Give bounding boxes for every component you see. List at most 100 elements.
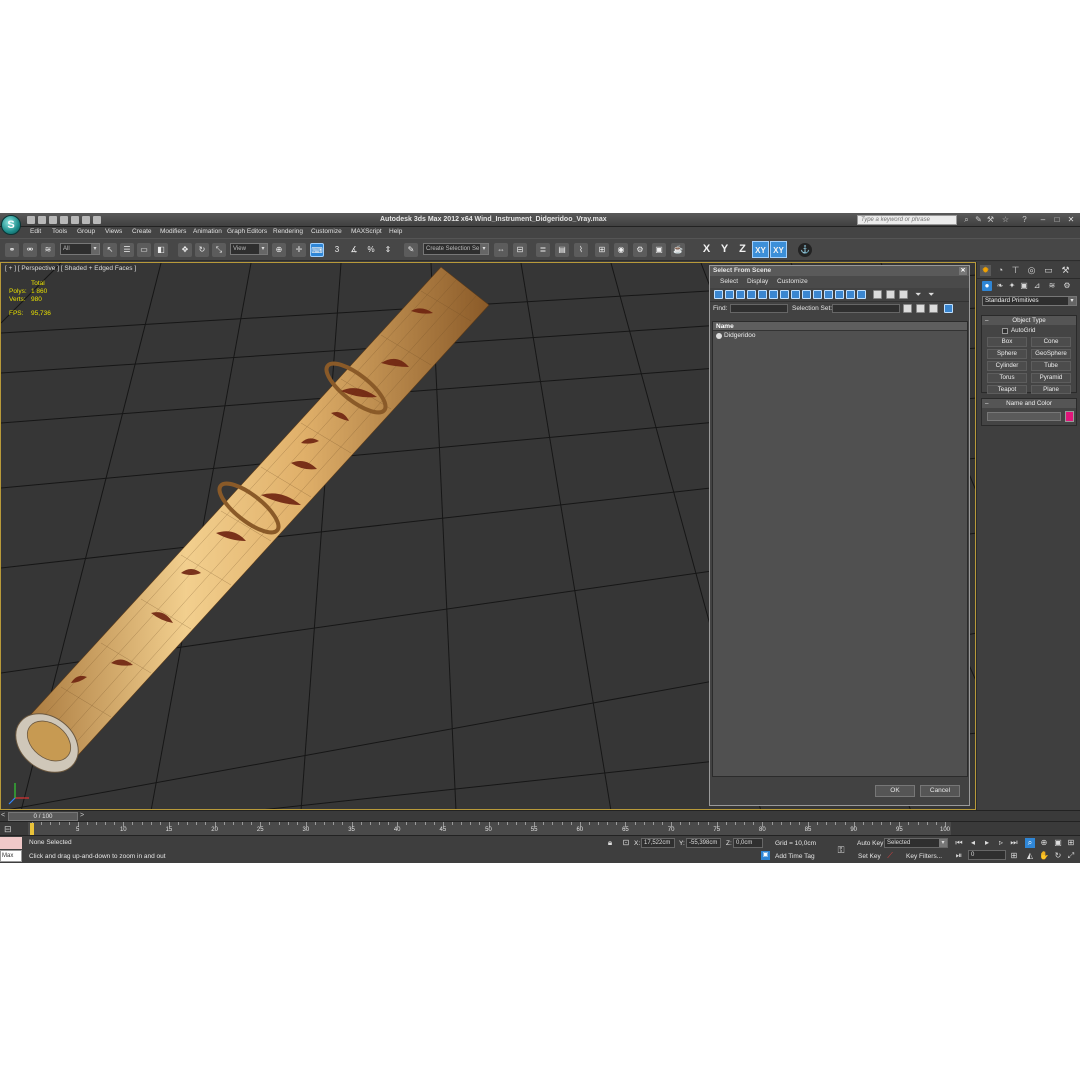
find-input[interactable] <box>730 304 788 313</box>
hierarchy-tab-icon[interactable]: ⊤ <box>1010 265 1021 276</box>
favorites-star-icon[interactable]: ☆ <box>1001 215 1010 224</box>
space-warps-icon[interactable]: ≋ <box>1047 281 1057 291</box>
curve-editor-icon[interactable]: ⌇ <box>574 243 588 257</box>
redo-icon[interactable] <box>71 216 79 224</box>
axis-y-button[interactable]: Y <box>716 241 733 258</box>
maximize-button[interactable]: □ <box>1052 214 1062 225</box>
go-to-start-icon[interactable]: ⏮ <box>954 838 964 848</box>
spinner-snap-icon[interactable]: ⇕ <box>381 243 395 257</box>
y-coord-field[interactable]: -55,398cm <box>686 838 721 848</box>
primitive-category-dropdown[interactable]: Standard Primitives ▾ <box>982 296 1077 306</box>
undo-icon[interactable] <box>60 216 68 224</box>
binoculars-icon[interactable]: ⌕ <box>962 215 971 224</box>
menu-modifiers[interactable]: Modifiers <box>160 228 186 235</box>
dialog-title-bar[interactable]: Select From Scene ✕ <box>710 266 969 276</box>
unlink-icon[interactable]: ⚮ <box>23 243 37 257</box>
set-key-icon[interactable]: ⚿ <box>836 845 846 855</box>
align-icon[interactable]: ⊟ <box>513 243 527 257</box>
key-filters-button[interactable]: Key Filters... <box>906 853 942 860</box>
axis-xy-cycle-button[interactable]: XY <box>770 241 787 258</box>
object-name-input[interactable] <box>987 412 1061 421</box>
display-xrefs-icon[interactable] <box>791 290 800 299</box>
object-type-rollout-header[interactable]: – Object Type <box>982 316 1076 325</box>
render-teapot-icon[interactable]: ☕ <box>671 243 685 257</box>
time-slider-right-arrow[interactable]: > <box>80 812 84 819</box>
reference-coordinate-dropdown[interactable]: View ▾ <box>230 243 268 255</box>
primitive-geosphere-button[interactable]: GeoSphere <box>1031 349 1071 359</box>
auto-key-button[interactable]: Auto Key <box>857 840 883 847</box>
shapes-icon[interactable]: ❧ <box>995 281 1005 291</box>
menu-customize[interactable]: Customize <box>311 228 342 235</box>
geometry-icon[interactable]: ● <box>982 281 992 291</box>
filter-icon[interactable]: ⏷ <box>915 290 924 299</box>
display-tab-icon[interactable]: ▭ <box>1043 265 1054 276</box>
percent-snap-icon[interactable]: % <box>364 243 378 257</box>
bind-space-warp-icon[interactable]: ≋ <box>41 243 55 257</box>
list-item[interactable]: Didgeridoo <box>713 331 967 340</box>
keyboard-shortcut-override-icon[interactable]: ⌨ <box>310 243 324 257</box>
display-shapes-icon[interactable] <box>725 290 734 299</box>
snaps-toggle-icon[interactable]: 3 <box>330 243 344 257</box>
graphite-ribbon-icon[interactable]: ▤ <box>555 243 569 257</box>
named-selection-set-dropdown[interactable]: Create Selection Se ▾ <box>423 243 489 255</box>
menu-animation[interactable]: Animation <box>193 228 222 235</box>
x-coord-field[interactable]: 17,522cm <box>641 838 675 848</box>
move-icon[interactable]: ✥ <box>178 243 192 257</box>
angle-snap-icon[interactable]: ∡ <box>347 243 361 257</box>
pan-view-icon[interactable]: ✋ <box>1039 851 1049 861</box>
display-frozen-icon[interactable] <box>824 290 833 299</box>
selection-set-edit-icon[interactable] <box>929 304 938 313</box>
display-hidden-icon[interactable] <box>835 290 844 299</box>
edit-named-selection-icon[interactable]: ✎ <box>404 243 418 257</box>
primitive-pyramid-button[interactable]: Pyramid <box>1031 373 1071 383</box>
time-tag-icon[interactable]: ▣ <box>761 851 770 860</box>
select-all-icon[interactable] <box>873 290 882 299</box>
current-frame-field[interactable]: 0 <box>968 850 1006 860</box>
menu-views[interactable]: Views <box>105 228 122 235</box>
dialog-close-button[interactable]: ✕ <box>959 267 967 275</box>
rendered-frame-window-icon[interactable]: ▣ <box>652 243 666 257</box>
mini-curve-editor-icon[interactable]: ⊟ <box>4 824 18 834</box>
key-mode-toggle-icon[interactable]: ⏯ <box>954 851 964 861</box>
dialog-menu-select[interactable]: Select <box>720 278 738 285</box>
autogrid-checkbox-row[interactable]: AutoGrid <box>1002 327 1035 334</box>
display-lights-icon[interactable] <box>736 290 745 299</box>
primitive-box-button[interactable]: Box <box>987 337 1027 347</box>
motion-tab-icon[interactable]: ◎ <box>1026 265 1037 276</box>
zoom-extents-icon[interactable]: ▣ <box>1053 838 1063 848</box>
snap-toggle-magnet-icon[interactable]: ⚓ <box>798 243 812 257</box>
display-groups-icon[interactable] <box>780 290 789 299</box>
column-header-name[interactable]: Name <box>713 322 967 331</box>
menu-rendering[interactable]: Rendering <box>273 228 303 235</box>
layer-manager-icon[interactable]: ≣ <box>536 243 550 257</box>
maxscript-mini-listener[interactable]: Max <box>0 850 22 862</box>
material-editor-icon[interactable]: ◉ <box>614 243 628 257</box>
selection-filter-dropdown[interactable]: All ▾ <box>60 243 100 255</box>
lights-icon[interactable]: ✦ <box>1007 281 1017 291</box>
axis-x-button[interactable]: X <box>698 241 715 258</box>
play-icon[interactable]: ▸ <box>982 838 992 848</box>
menu-maxscript[interactable]: MAXScript <box>351 228 382 235</box>
next-frame-icon[interactable]: ▹ <box>996 838 1006 848</box>
primitive-cylinder-button[interactable]: Cylinder <box>987 361 1027 371</box>
utilities-tab-icon[interactable]: ⚒ <box>1060 265 1071 276</box>
menu-tools[interactable]: Tools <box>52 228 67 235</box>
rotate-icon[interactable]: ↻ <box>195 243 209 257</box>
selection-set-dropdown[interactable] <box>832 304 900 313</box>
menu-edit[interactable]: Edit <box>30 228 41 235</box>
hold-icon[interactable] <box>82 216 90 224</box>
selection-set-remove-icon[interactable] <box>916 304 925 313</box>
autogrid-checkbox[interactable] <box>1002 327 1008 334</box>
menu-group[interactable]: Group <box>77 228 95 235</box>
time-configuration-icon[interactable]: ⊞ <box>1009 851 1019 861</box>
absolute-transform-icon[interactable]: ⊡ <box>621 838 631 848</box>
display-none-icon[interactable] <box>857 290 866 299</box>
scene-object-list[interactable]: Name Didgeridoo <box>712 321 968 777</box>
primitive-tube-button[interactable]: Tube <box>1031 361 1071 371</box>
save-file-icon[interactable] <box>49 216 57 224</box>
select-object-icon[interactable]: ↖ <box>103 243 117 257</box>
select-invert-icon[interactable] <box>899 290 908 299</box>
display-all-icon[interactable] <box>846 290 855 299</box>
subscription-icon[interactable]: ✎ <box>974 215 983 224</box>
zoom-all-icon[interactable]: ⊕ <box>1039 838 1049 848</box>
